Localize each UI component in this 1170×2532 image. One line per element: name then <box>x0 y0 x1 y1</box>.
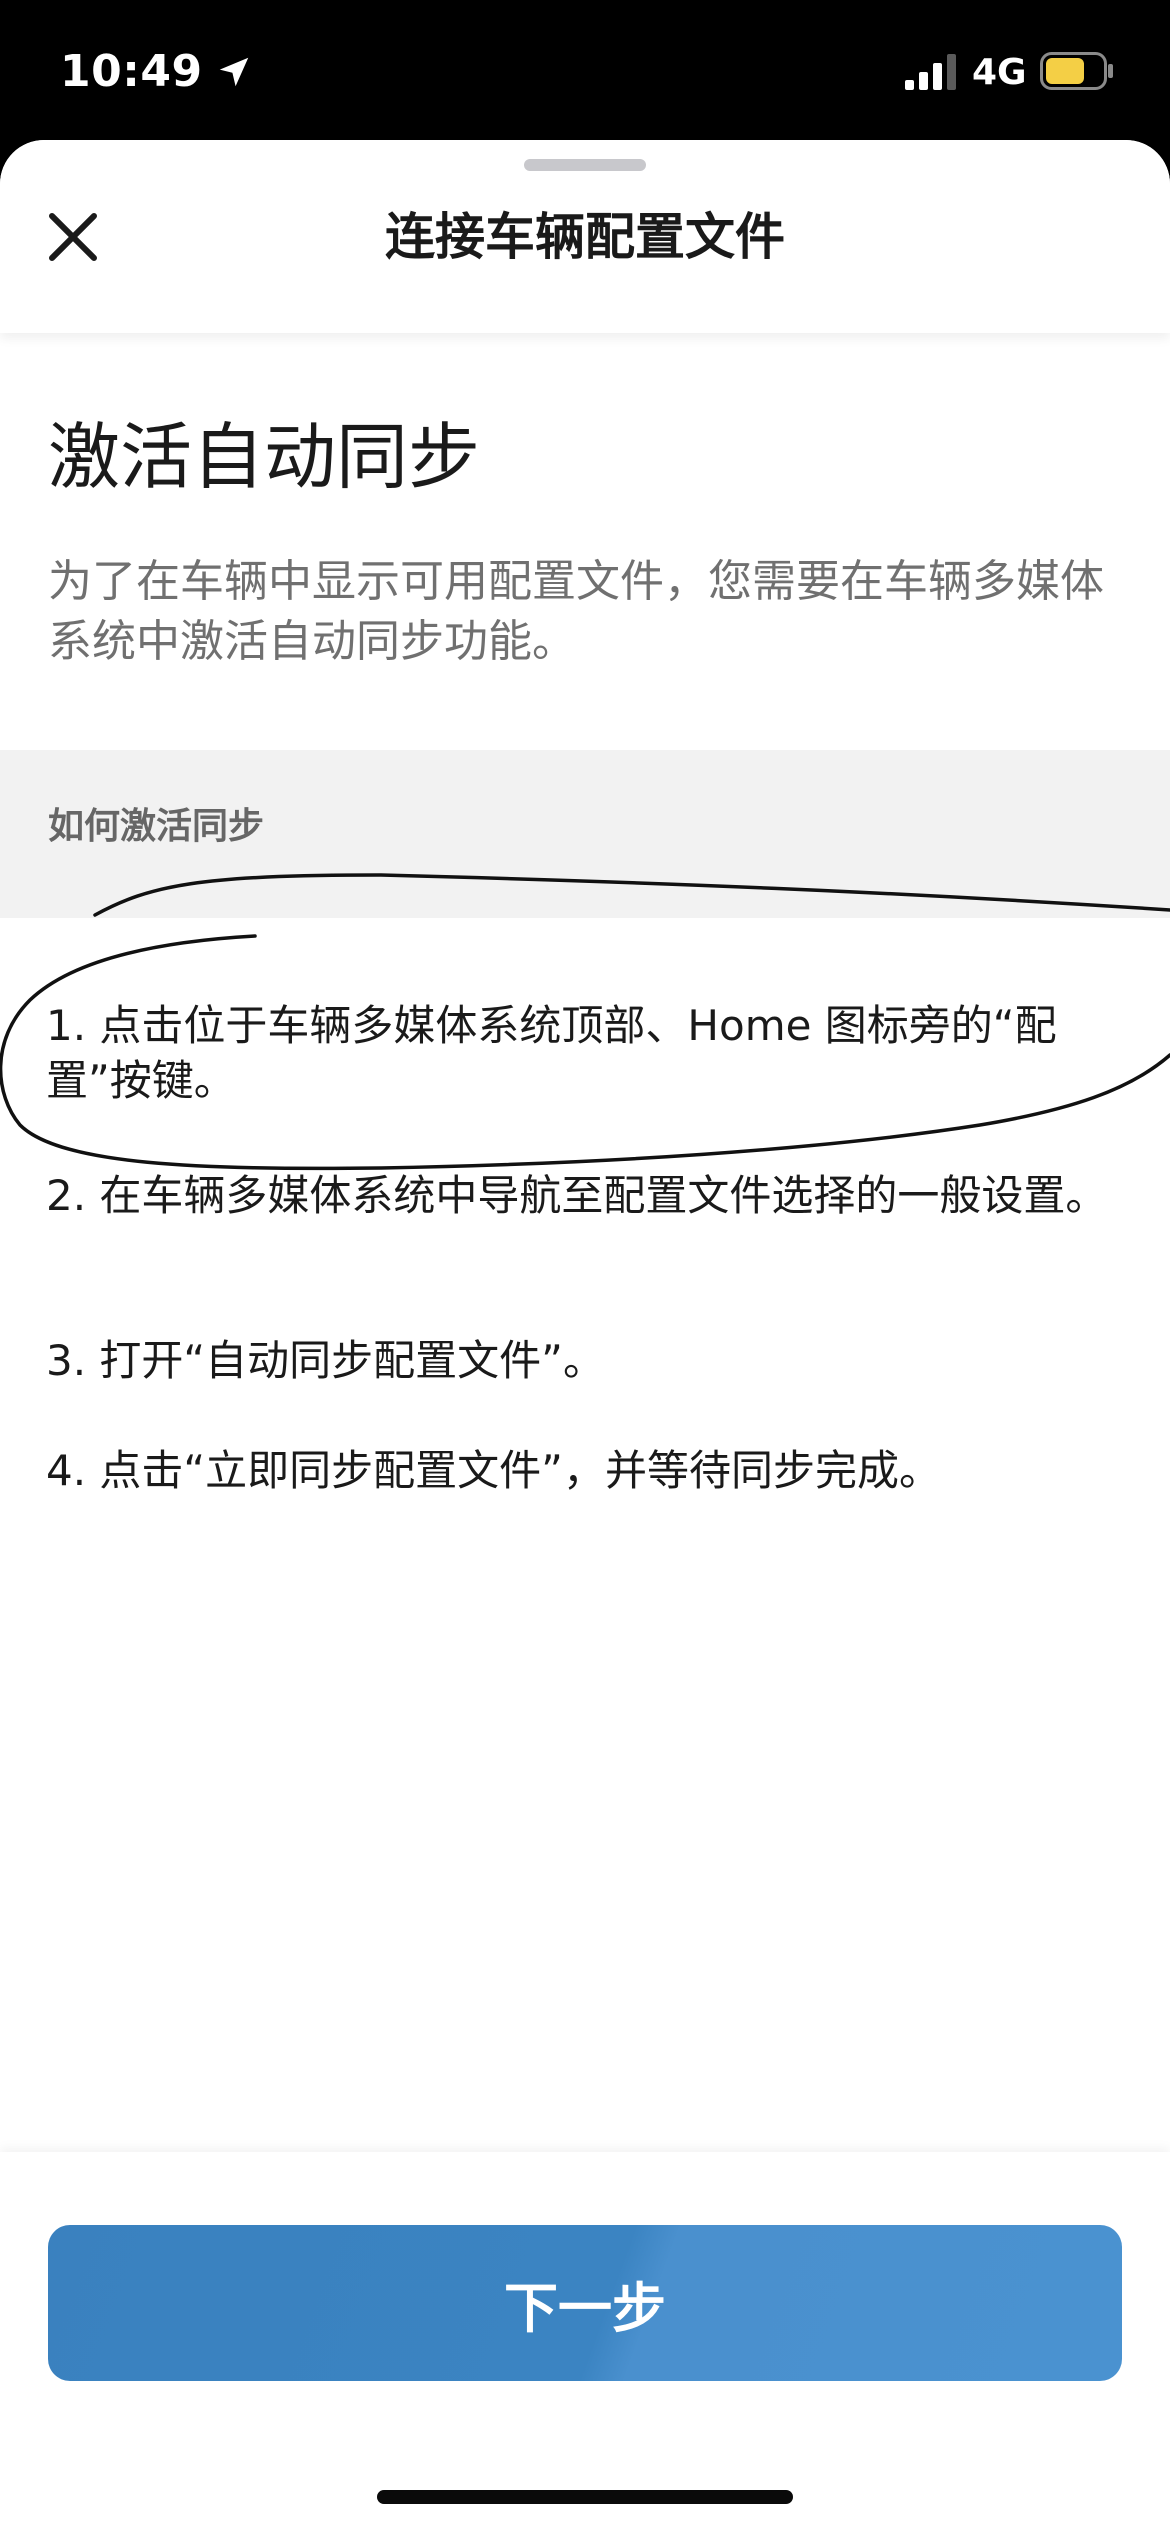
network-label: 4G <box>972 52 1027 93</box>
section-header: 如何激活同步 <box>48 806 265 847</box>
section-header-band: 如何激活同步 <box>0 750 1170 918</box>
footer: 下一步 <box>0 2152 1170 2532</box>
modal-sheet: 连接车辆配置文件 激活自动同步 为了在车辆中显示可用配置文件，您需要在车辆多媒体… <box>0 140 1170 2532</box>
status-time-text: 10:49 <box>60 46 203 97</box>
status-bar: 10:49 4G <box>0 0 1170 145</box>
step-item: 1. 点击位于车辆多媒体系统顶部、Home 图标旁的“配置”按键。 <box>46 1001 1057 1105</box>
sheet-grabber[interactable] <box>524 159 646 171</box>
step-item: 4. 点击“立即同步配置文件”，并等待同步完成。 <box>46 1446 941 1495</box>
sheet-header: 连接车辆配置文件 <box>0 140 1170 333</box>
signal-bars-icon <box>905 54 956 90</box>
battery-icon <box>1040 52 1113 90</box>
page-title: 连接车辆配置文件 <box>385 208 785 266</box>
status-time: 10:49 <box>60 46 253 97</box>
description-text: 为了在车辆中显示可用配置文件，您需要在车辆多媒体系统中激活自动同步功能。 <box>48 556 1104 667</box>
section-title: 激活自动同步 <box>48 415 481 499</box>
location-arrow-icon <box>219 57 248 86</box>
step-item: 2. 在车辆多媒体系统中导航至配置文件选择的一般设置。 <box>46 1171 1108 1220</box>
home-indicator <box>377 2490 793 2504</box>
step-item: 3. 打开“自动同步配置文件”。 <box>46 1336 605 1385</box>
next-button[interactable]: 下一步 <box>48 2225 1122 2381</box>
